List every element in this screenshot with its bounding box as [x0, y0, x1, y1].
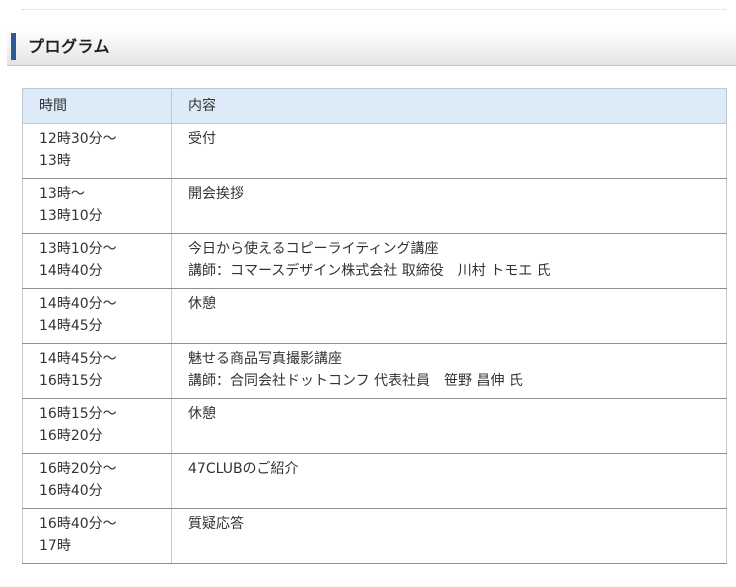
content-speaker: 講師：合同会社ドットコンフ 代表社員 笹野 昌伸 氏 [188, 373, 523, 389]
time-end: 17時 [39, 538, 71, 554]
time-cell: 16時15分～ 16時20分 [22, 398, 172, 454]
section-header: プログラム [7, 29, 736, 66]
time-end: 16時15分 [39, 373, 103, 389]
content-title: 魅せる商品写真撮影講座 [188, 351, 342, 367]
time-start: 16時15分～ [39, 406, 117, 422]
content-title: 47CLUBのご紹介 [188, 461, 299, 477]
time-start: 12時30分～ [39, 131, 117, 147]
table-row: 16時20分～ 16時40分 47CLUBのご紹介 [22, 453, 727, 509]
content-cell: 受付 [171, 123, 727, 179]
time-cell: 13時10分～ 14時40分 [22, 233, 172, 289]
table-row: 13時10分～ 14時40分 今日から使えるコピーライティング講座 講師：コマー… [22, 233, 727, 289]
top-divider [22, 9, 726, 10]
time-end: 13時10分 [39, 208, 103, 224]
content-cell: 質疑応答 [171, 508, 727, 564]
content-cell: 47CLUBのご紹介 [171, 453, 727, 509]
time-end: 16時40分 [39, 483, 103, 499]
content-title: 受付 [188, 131, 216, 147]
time-end: 16時20分 [39, 428, 103, 444]
column-header-time: 時間 [22, 88, 172, 124]
time-cell: 16時40分～ 17時 [22, 508, 172, 564]
section-title: プログラム [28, 37, 111, 56]
time-start: 13時10分～ [39, 241, 117, 257]
table-row: 12時30分～ 13時 受付 [22, 123, 727, 179]
table-header-row: 時間 内容 [22, 88, 727, 124]
time-start: 14時40分～ [39, 296, 117, 312]
time-cell: 13時～ 13時10分 [22, 178, 172, 234]
time-end: 13時 [39, 153, 71, 169]
content-title: 質疑応答 [188, 516, 244, 532]
program-table: 時間 内容 12時30分～ 13時 受付 13時～ 13時10分 開会挨拶 13… [22, 88, 727, 564]
table-row: 16時15分～ 16時20分 休憩 [22, 398, 727, 454]
content-title: 休憩 [188, 296, 216, 312]
time-start: 14時45分～ [39, 351, 117, 367]
time-end: 14時45分 [39, 318, 103, 334]
content-cell: 休憩 [171, 288, 727, 344]
content-speaker: 講師：コマースデザイン株式会社 取締役 川村 トモエ 氏 [188, 263, 551, 279]
content-cell: 休憩 [171, 398, 727, 454]
content-cell: 魅せる商品写真撮影講座 講師：合同会社ドットコンフ 代表社員 笹野 昌伸 氏 [171, 343, 727, 399]
content-title: 休憩 [188, 406, 216, 422]
column-header-content: 内容 [171, 88, 727, 124]
time-end: 14時40分 [39, 263, 103, 279]
time-start: 16時20分～ [39, 461, 117, 477]
table-row: 13時～ 13時10分 開会挨拶 [22, 178, 727, 234]
time-start: 13時～ [39, 186, 85, 202]
time-cell: 14時45分～ 16時15分 [22, 343, 172, 399]
section-accent-bar [11, 33, 16, 60]
time-start: 16時40分～ [39, 516, 117, 532]
time-cell: 12時30分～ 13時 [22, 123, 172, 179]
content-cell: 今日から使えるコピーライティング講座 講師：コマースデザイン株式会社 取締役 川… [171, 233, 727, 289]
content-title: 開会挨拶 [188, 186, 244, 202]
table-row: 14時40分～ 14時45分 休憩 [22, 288, 727, 344]
time-cell: 16時20分～ 16時40分 [22, 453, 172, 509]
content-title: 今日から使えるコピーライティング講座 [188, 241, 439, 257]
table-row: 14時45分～ 16時15分 魅せる商品写真撮影講座 講師：合同会社ドットコンフ… [22, 343, 727, 399]
content-cell: 開会挨拶 [171, 178, 727, 234]
table-row: 16時40分～ 17時 質疑応答 [22, 508, 727, 564]
time-cell: 14時40分～ 14時45分 [22, 288, 172, 344]
